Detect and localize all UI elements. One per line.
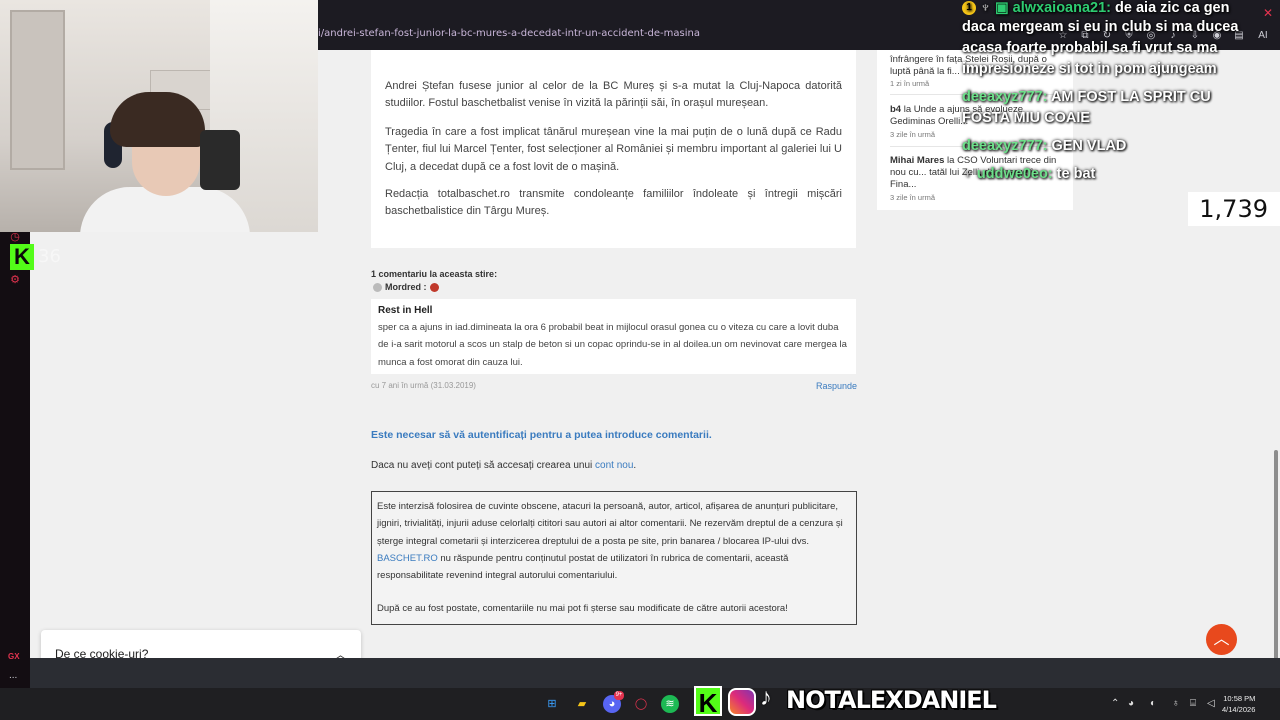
microphone-tray-icon[interactable]: ♁ <box>1172 698 1180 709</box>
tiktok-icon: ♪ <box>760 684 772 711</box>
windows-start-icon[interactable]: ⊞ <box>543 695 561 713</box>
comment-title: Rest in Hell <box>378 305 433 316</box>
chat-message: deeaxyz777: AM FOST LA SPRIT CU <box>962 89 1211 105</box>
address-bar[interactable]: i/andrei-stefan-fost-junior-la-bc-mures-… <box>318 28 700 46</box>
trophy-icon: ♆ <box>962 166 973 182</box>
rules-text: Este interzisă folosirea de cuvinte obsc… <box>377 498 851 584</box>
comments-count: 1 comentariu la aceasta stire: <box>371 269 498 279</box>
kick-logo: K <box>10 244 34 270</box>
sidebar-comment-user: Mihai Mares <box>890 155 945 166</box>
ai-icon[interactable]: AI <box>1256 30 1270 44</box>
comment-author: Mordred : <box>373 282 439 292</box>
auth-required-message[interactable]: Este necesar să vă autentificați pentru … <box>371 429 712 441</box>
discord-tray-icon[interactable]: ◕ <box>1128 698 1134 709</box>
streamer-brand-name: NOTALEXDANIEL <box>786 686 997 714</box>
close-window-icon[interactable]: ✕ <box>1263 6 1273 20</box>
security-tray-icon[interactable]: ◐ <box>1150 698 1156 709</box>
file-explorer-icon[interactable]: ▰ <box>573 695 591 713</box>
chat-text: te bat <box>1052 166 1096 182</box>
streamer-hair <box>110 92 205 147</box>
page-scrollbar[interactable] <box>1274 450 1278 670</box>
chat-text: AM FOST LA SPRIT CU <box>1047 89 1211 105</box>
basketball-icon <box>429 282 439 292</box>
gx-logo: GX <box>8 652 20 661</box>
create-account-suffix: . <box>633 460 637 471</box>
article-paragraph: Andrei Ștefan fusese junior al celor de … <box>385 80 842 110</box>
spotify-icon[interactable]: ≋ <box>661 695 679 713</box>
sidebar-comment-time: 1 zi în urmă <box>890 79 930 88</box>
comment-rules-box: Este interzisă folosirea de cuvinte obsc… <box>371 491 857 625</box>
new-account-link[interactable]: cont nou <box>595 460 633 471</box>
opera-gx-icon[interactable]: ◯ <box>632 695 650 713</box>
comment-text: sper ca a ajuns in iad.dimineata la ora … <box>378 322 847 368</box>
chat-text: impresioneze si tot in pom ajungeam <box>962 61 1217 77</box>
chat-username: deeaxyz777: <box>962 138 1048 154</box>
sidebar-comment-user: b4 <box>890 104 902 115</box>
chat-message: ♆ uddwe0eo: te bat <box>962 166 1095 182</box>
comment-author-name[interactable]: Mordred : <box>385 282 427 292</box>
user-icon <box>373 282 382 292</box>
clock-time: 10:58 PM <box>1223 694 1256 703</box>
chat-message: 1 ♆ ▣ alwxaioana21: de aia zic ca gen <box>962 0 1229 16</box>
kick-brand-logo: K <box>694 686 722 718</box>
rules-text-3: După ce au fost postate, comentariile nu… <box>377 603 788 615</box>
webcam-door <box>10 10 65 170</box>
chat-username: uddwe0eo: <box>976 166 1053 182</box>
article-paragraph: Tragedia în care a fost implicat tânărul… <box>385 126 842 173</box>
taskbar: ⊞ ▰ ◕ 9+ ◯ ≋ ⌃ ◕ ◐ ♁ ⌸ ◁ 10:58 PM 4/14/2… <box>0 688 1280 720</box>
create-account-prefix: Daca nu aveți cont puteți să accesați cr… <box>371 460 596 471</box>
chat-text: FOSTA MIU COAIE <box>962 110 1091 126</box>
sub-badge-icon: 1 <box>962 1 976 16</box>
settings-icon[interactable]: ⚙ <box>8 273 22 287</box>
chat-username: deeaxyz777: <box>962 89 1048 105</box>
network-icon[interactable]: ⌸ <box>1190 698 1196 709</box>
more-icon[interactable]: ... <box>9 670 17 681</box>
chat-text: GEN VLAD <box>1047 138 1127 154</box>
tray-chevron-icon[interactable]: ⌃ <box>1111 698 1119 709</box>
scroll-to-top-button[interactable]: ︿ <box>1206 624 1237 655</box>
chat-text: daca mergeam si eu in club si ma ducea <box>962 19 1239 35</box>
page-footer <box>30 658 1280 688</box>
volume-icon[interactable]: ◁ <box>1207 698 1215 709</box>
comment-box: Rest in Hell sper ca a ajuns in iad.dimi… <box>371 299 856 374</box>
discord-badge: 9+ <box>614 691 624 700</box>
trophy-icon: ♆ <box>980 0 991 16</box>
microphone <box>200 130 240 190</box>
article-body: Andrei Ștefan fusese junior al celor de … <box>371 50 856 248</box>
instagram-icon <box>728 688 756 716</box>
kick-follower-count: 36 <box>38 246 61 267</box>
gift-icon: ▣ <box>994 0 1009 16</box>
screen: i/andrei-stefan-fost-junior-la-bc-mures-… <box>0 0 1280 720</box>
chat-text: de aia zic ca gen <box>1111 0 1230 16</box>
viewer-count: 1,739 <box>1188 192 1280 226</box>
rules-text-2: nu răspunde pentru conținutul postat de … <box>377 552 789 582</box>
sidebar-comment-time: 3 zile în urmă <box>890 193 936 202</box>
create-account-text: Daca nu aveți cont puteți să accesați cr… <box>371 460 636 471</box>
sidebar-comment-time: 3 zile în urmă <box>890 130 936 139</box>
comment-timestamp: cu 7 ani în urmă (31.03.2019) <box>371 381 476 390</box>
reply-link[interactable]: Raspunde <box>816 381 857 391</box>
system-clock[interactable]: 10:58 PM 4/14/2026 <box>1222 693 1255 715</box>
chat-message: deeaxyz777: GEN VLAD <box>962 138 1126 154</box>
clock-icon[interactable]: ◷ <box>8 230 22 244</box>
chat-text: acasa foarte probabil sa fi vrut sa ma <box>962 40 1218 56</box>
chat-username: alwxaioana21: <box>1012 0 1111 16</box>
rules-text-1: Este interzisă folosirea de cuvinte obsc… <box>377 501 843 547</box>
webcam-feed <box>0 0 318 232</box>
brand-link[interactable]: BASCHET.RO <box>377 553 438 564</box>
article-paragraph: Redacția totalbaschet.ro transmite condo… <box>385 188 842 218</box>
clock-date: 4/14/2026 <box>1222 705 1256 714</box>
